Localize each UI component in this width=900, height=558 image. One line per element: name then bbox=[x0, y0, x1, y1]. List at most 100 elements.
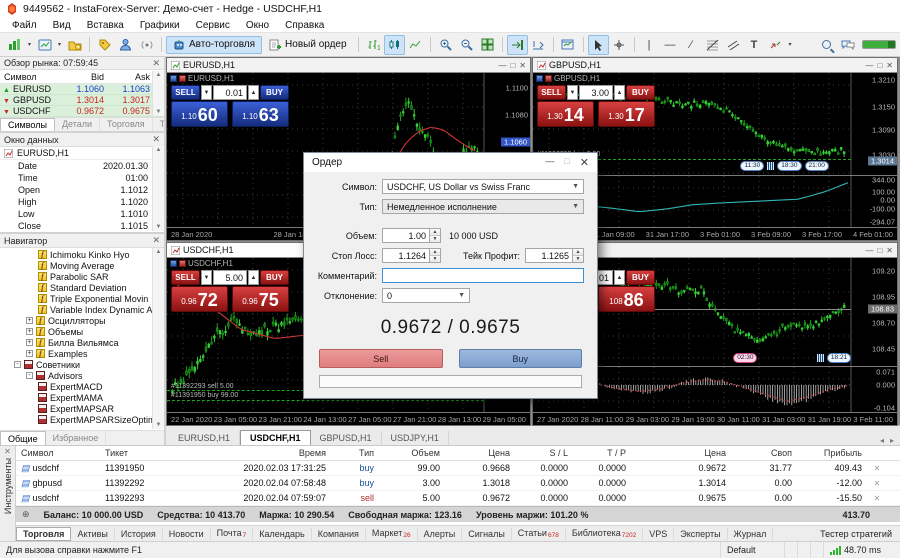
navigator-tree-item[interactable]: f ExpertMAPSARSizeOptim bbox=[0, 414, 164, 425]
new-order-button[interactable]: Новый ордер bbox=[262, 36, 354, 54]
toolbox-tab[interactable]: Активы bbox=[71, 528, 114, 540]
toolbox-tab[interactable]: Торговля bbox=[16, 527, 71, 541]
ask-price[interactable]: 0.9675 bbox=[232, 286, 289, 312]
chart-window-titlebar[interactable]: EURUSD,H1 —□✕ bbox=[167, 58, 530, 73]
market-watch-row[interactable]: GBPUSD 1.3014 1.3017 bbox=[0, 95, 164, 106]
navigator-tree-item[interactable]: f Parabolic SAR bbox=[0, 271, 164, 282]
signals-icon[interactable] bbox=[136, 35, 157, 55]
stop-loss-stepper[interactable]: ▲▼ bbox=[430, 248, 441, 263]
arrows-dropdown-icon[interactable]: ▾ bbox=[786, 35, 795, 55]
menu-item[interactable]: Вид bbox=[45, 20, 79, 31]
market-watch-row[interactable]: USDCHF 0.9672 0.9675 bbox=[0, 106, 164, 117]
volume-stepper-icon[interactable]: ▲ bbox=[248, 270, 259, 285]
toolbox-tab[interactable]: Календарь bbox=[253, 528, 311, 540]
volume-input[interactable]: 3.00 bbox=[579, 85, 613, 100]
sell-button[interactable]: SELL bbox=[171, 85, 200, 100]
toolbox-tab[interactable]: Статьи678 bbox=[512, 527, 566, 540]
menu-item[interactable]: Справка bbox=[277, 20, 332, 31]
bid-price[interactable]: 1.1060 bbox=[171, 101, 228, 127]
navigator-tree-item[interactable]: - f Advisors bbox=[0, 370, 164, 381]
crosshair-icon[interactable] bbox=[609, 35, 630, 55]
symbols-tag-icon[interactable] bbox=[94, 35, 115, 55]
close-icon[interactable]: ✕ bbox=[886, 61, 893, 70]
scrollbar[interactable]: ▲▼ bbox=[152, 248, 164, 429]
line-chart-icon[interactable] bbox=[405, 35, 426, 55]
new-chart-button[interactable] bbox=[4, 35, 25, 55]
close-icon[interactable]: ✕ bbox=[886, 246, 893, 255]
ask-price[interactable]: 1.3017 bbox=[598, 101, 655, 127]
navigator-tree-item[interactable]: + f Examples bbox=[0, 348, 164, 359]
toolbox-tab[interactable]: Почта7 bbox=[211, 527, 254, 540]
navigator-tab[interactable]: Общие bbox=[0, 431, 46, 445]
new-chart-dropdown-icon[interactable]: ▾ bbox=[25, 35, 34, 55]
navigator-tree-item[interactable]: - f Советники bbox=[0, 359, 164, 370]
volume-input[interactable]: 5.00 bbox=[213, 270, 247, 285]
navigator-tree-item[interactable]: f Standard Deviation bbox=[0, 282, 164, 293]
vertical-line-tool-icon[interactable]: | bbox=[639, 35, 660, 55]
tile-windows-icon[interactable] bbox=[477, 35, 498, 55]
menu-item[interactable]: Вставка bbox=[79, 20, 132, 31]
deviation-select[interactable]: 0▼ bbox=[382, 288, 470, 303]
close-icon[interactable]: ✕ bbox=[4, 447, 11, 456]
horizontal-line-tool-icon[interactable]: — bbox=[660, 35, 681, 55]
toolbox-tab[interactable]: Маркет26 bbox=[366, 527, 418, 540]
toolbox-tab[interactable]: История bbox=[115, 528, 163, 540]
toolbox-tab[interactable]: Алерты bbox=[418, 528, 463, 540]
navigator-tree-item[interactable]: f ExpertMACD bbox=[0, 381, 164, 392]
volume-stepper-icon[interactable]: ▲ bbox=[614, 85, 625, 100]
tree-expander-icon[interactable]: + bbox=[26, 317, 33, 324]
volume-input[interactable]: 0.01 bbox=[213, 85, 247, 100]
expand-icon[interactable]: ⊕ bbox=[22, 509, 30, 520]
profiles-button[interactable] bbox=[34, 35, 55, 55]
navigator-tree-item[interactable]: + f Объемы bbox=[0, 326, 164, 337]
toolbox-tab[interactable]: Компания bbox=[312, 528, 366, 540]
chart-shift-icon[interactable] bbox=[507, 35, 528, 55]
navigator-tree-item[interactable]: f ExpertMAMA bbox=[0, 392, 164, 403]
tree-expander-icon[interactable]: + bbox=[26, 328, 33, 335]
buy-button[interactable]: BUY bbox=[260, 270, 289, 285]
tree-expander-icon[interactable]: + bbox=[26, 339, 33, 346]
tab-scroll-left-icon[interactable]: ◂ bbox=[880, 436, 884, 445]
cursor-icon[interactable] bbox=[588, 35, 609, 55]
profiles-dropdown-icon[interactable]: ▾ bbox=[55, 35, 64, 55]
volume-dropdown-icon[interactable]: ▼ bbox=[567, 85, 578, 100]
navigator-tree-item[interactable]: f Variable Index Dynamic A bbox=[0, 304, 164, 315]
close-icon[interactable]: ✕ bbox=[152, 134, 160, 145]
tab-scroll-right-icon[interactable]: ▸ bbox=[890, 436, 894, 445]
scrollbar[interactable]: ▲▼ bbox=[152, 146, 164, 231]
market-folder-icon[interactable] bbox=[64, 35, 85, 55]
menu-item[interactable]: Окно bbox=[238, 20, 277, 31]
close-icon[interactable]: ✕ bbox=[152, 58, 160, 69]
maximize-icon[interactable]: □ bbox=[510, 61, 515, 70]
sell-button[interactable]: Sell bbox=[319, 349, 443, 368]
trade-table-row[interactable]: ▤usdchf 11391950 2020.02.03 17:31:25 buy… bbox=[16, 461, 900, 476]
sell-button[interactable]: SELL bbox=[537, 85, 566, 100]
minimize-icon[interactable]: — bbox=[865, 246, 873, 255]
menu-item[interactable]: Файл bbox=[4, 20, 45, 31]
navigator-tree-item[interactable]: f Triple Exponential Movin bbox=[0, 293, 164, 304]
chart-window-titlebar[interactable]: GBPUSD,H1 —□✕ bbox=[533, 58, 897, 73]
connection-latency[interactable]: 48.70 ms bbox=[824, 542, 900, 558]
buy-button[interactable]: Buy bbox=[459, 349, 583, 368]
minimize-icon[interactable]: — bbox=[545, 156, 554, 169]
buy-button[interactable]: BUY bbox=[626, 85, 655, 100]
profile-selector[interactable]: Default bbox=[721, 542, 785, 558]
navigator-tree-item[interactable]: f Ichimoku Kinko Hyo bbox=[0, 249, 164, 260]
tree-expander-icon[interactable]: - bbox=[14, 361, 21, 368]
market-watch-row[interactable]: EURUSD 1.1060 1.1063 bbox=[0, 84, 164, 95]
volume-dropdown-icon[interactable]: ▼ bbox=[201, 270, 212, 285]
ask-price[interactable]: 10886 bbox=[598, 286, 655, 312]
navigator-tree-item[interactable]: f ExpertMAPSAR bbox=[0, 403, 164, 414]
search-icon[interactable] bbox=[816, 35, 837, 55]
autotrade-toggle-button[interactable]: Авто-торговля bbox=[166, 36, 262, 54]
community-user-icon[interactable] bbox=[115, 35, 136, 55]
arrows-tool-icon[interactable] bbox=[765, 35, 786, 55]
close-position-icon[interactable]: ✕ bbox=[868, 479, 886, 488]
scrollbar[interactable]: ▲▼ bbox=[152, 71, 164, 116]
maximize-icon[interactable]: □ bbox=[877, 246, 882, 255]
trade-table-row[interactable]: ▤usdchf 11392293 2020.02.04 07:59:07 sel… bbox=[16, 491, 900, 506]
minimize-icon[interactable]: — bbox=[865, 61, 873, 70]
channel-tool-icon[interactable] bbox=[723, 35, 744, 55]
chart-tab[interactable]: EURUSD,H1 bbox=[169, 431, 240, 445]
close-icon[interactable]: ✕ bbox=[580, 156, 589, 169]
